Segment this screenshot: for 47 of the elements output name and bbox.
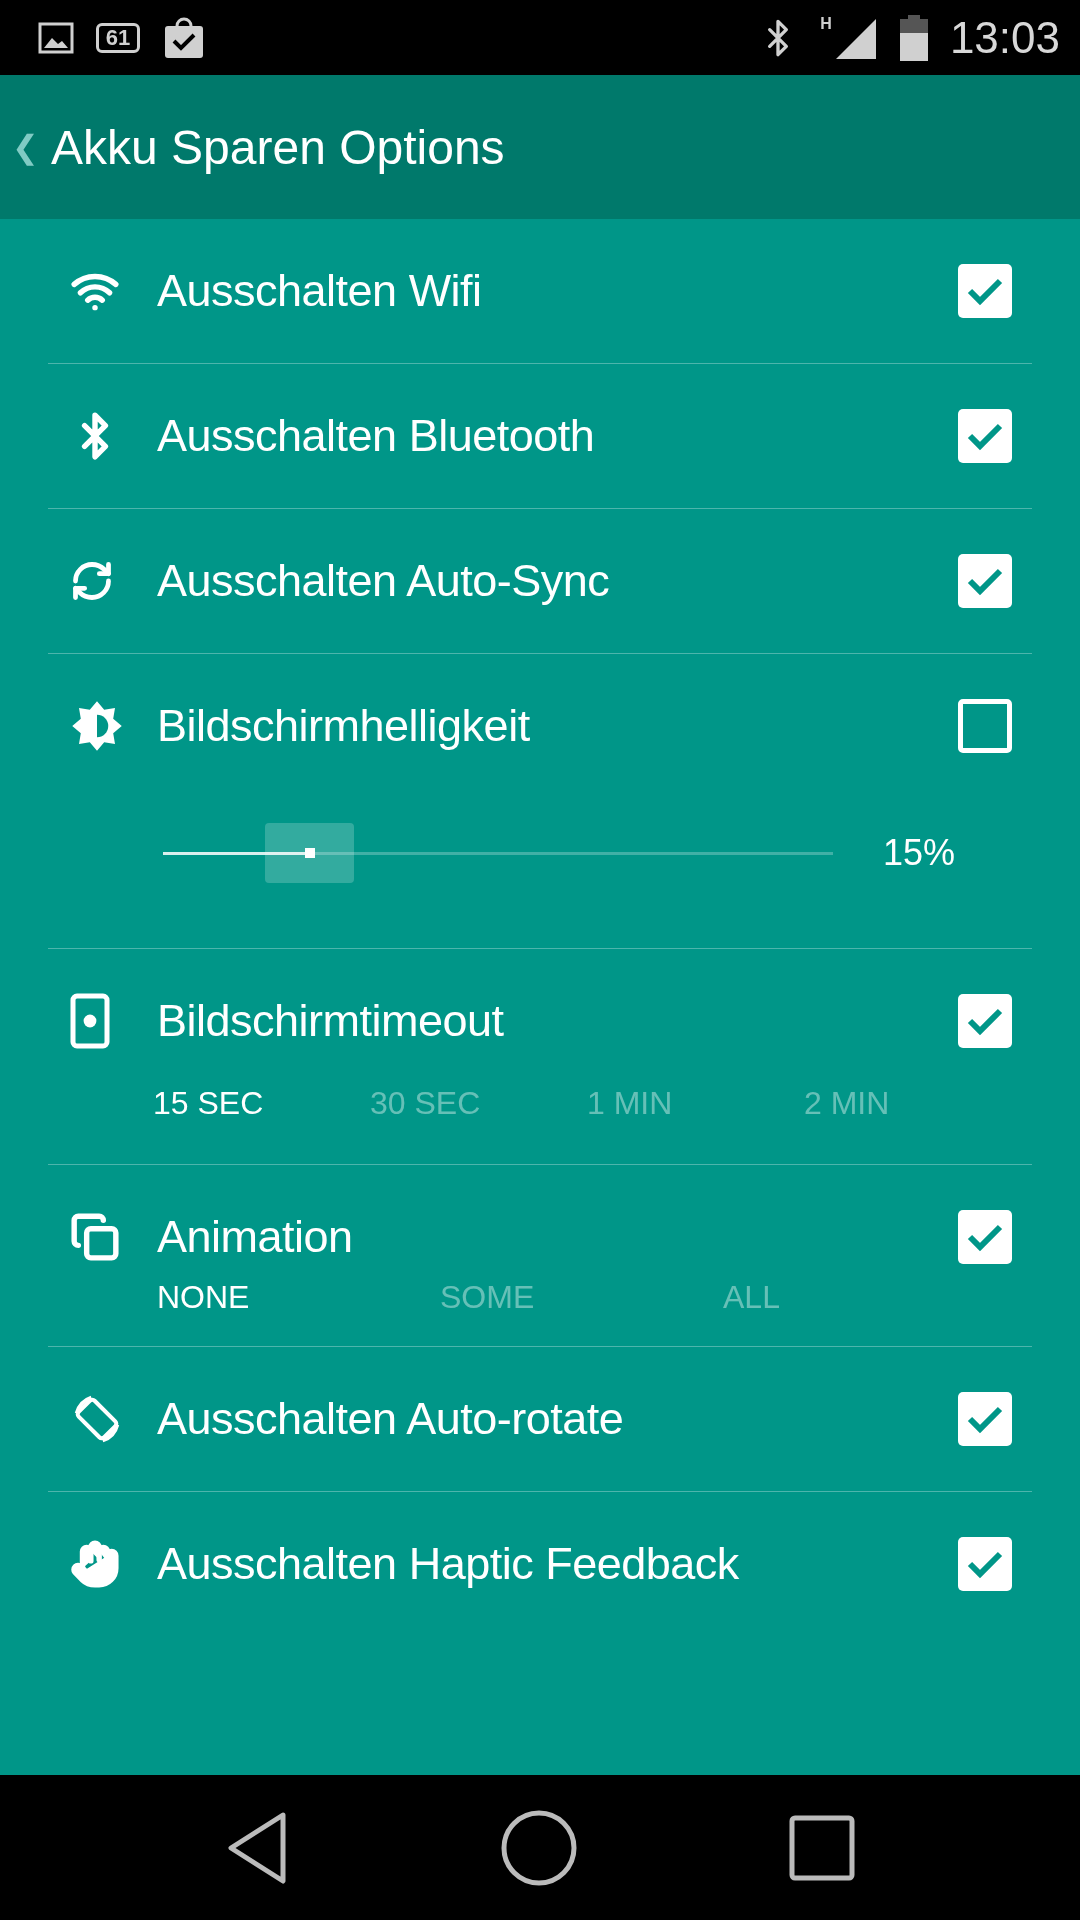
option-button[interactable]: SOME xyxy=(440,1279,723,1316)
checkbox[interactable] xyxy=(958,1392,1012,1446)
check-icon xyxy=(966,1404,1004,1434)
back-button[interactable]: ❮ xyxy=(12,128,39,166)
check-icon xyxy=(966,421,1004,451)
setting-label: Ausschalten Bluetooth xyxy=(157,410,596,462)
slider-value: 15% xyxy=(883,832,956,874)
setting-label: Ausschalten Haptic Feedback xyxy=(157,1538,740,1590)
phone-clock-icon xyxy=(70,993,110,1049)
checkbox[interactable] xyxy=(958,699,1012,753)
brightness-icon xyxy=(70,699,124,753)
setting-label: Ausschalten Wifi xyxy=(157,265,483,317)
setting-label: Ausschalten Auto-rotate xyxy=(157,1393,625,1445)
shopping-bag-check-icon xyxy=(162,15,206,60)
option-button[interactable]: 30 SEC xyxy=(370,1085,587,1122)
checkbox[interactable] xyxy=(958,994,1012,1048)
check-icon xyxy=(966,276,1004,306)
check-icon xyxy=(966,1006,1004,1036)
check-icon xyxy=(966,1549,1004,1579)
checkbox[interactable] xyxy=(958,554,1012,608)
option-button[interactable]: 15 SEC xyxy=(153,1085,370,1122)
setting-label: Bildschirmtimeout xyxy=(157,995,505,1047)
slider-thumb[interactable] xyxy=(265,823,355,883)
home-icon[interactable] xyxy=(500,1808,578,1887)
check-icon xyxy=(966,566,1004,596)
checkbox[interactable] xyxy=(958,409,1012,463)
option-button[interactable]: NONE xyxy=(157,1279,440,1316)
screen-title: Akku Sparen Options xyxy=(51,119,505,175)
setting-label: Bildschirmhelligkeit xyxy=(157,700,531,752)
recent-apps-icon[interactable] xyxy=(788,1814,855,1881)
image-icon xyxy=(38,21,74,54)
copy-icon xyxy=(70,1212,120,1262)
setting-label: Ausschalten Auto-Sync xyxy=(157,555,611,607)
checkbox[interactable] xyxy=(958,1537,1012,1591)
option-button[interactable]: 2 MIN xyxy=(804,1085,1021,1122)
battery-icon xyxy=(899,14,928,61)
sync-icon xyxy=(70,559,114,603)
battery-level-icon: 61 xyxy=(96,22,140,53)
checkbox[interactable] xyxy=(958,1210,1012,1264)
option-button[interactable]: 1 MIN xyxy=(587,1085,804,1122)
setting-label: Animation xyxy=(157,1211,354,1263)
hand-icon xyxy=(70,1539,120,1589)
network-type-label: H xyxy=(820,14,832,33)
check-icon xyxy=(966,1222,1004,1252)
option-button[interactable]: ALL xyxy=(723,1279,1006,1316)
checkbox[interactable] xyxy=(958,264,1012,318)
clock-time: 13:03 xyxy=(949,12,1060,63)
